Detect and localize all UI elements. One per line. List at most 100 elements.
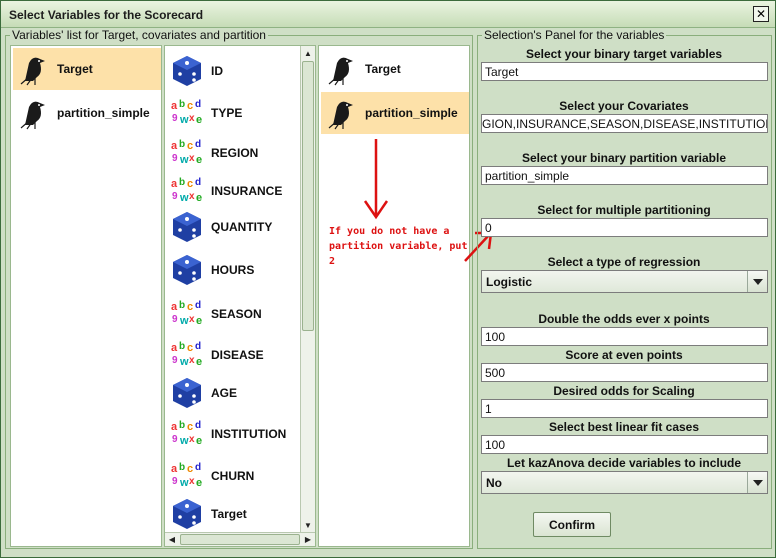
list-item-label: INSTITUTION — [211, 427, 287, 441]
list-item[interactable]: partition_simple — [13, 92, 161, 134]
list-item-label: AGE — [211, 386, 238, 400]
horizontal-scroll-thumb[interactable] — [180, 534, 300, 545]
crow-icon — [20, 57, 45, 86]
svg-text:w: w — [179, 154, 189, 166]
svg-text:a: a — [171, 178, 178, 190]
target-field[interactable]: Target — [481, 62, 768, 81]
selection-panel-title: Selection's Panel for the variables — [482, 28, 667, 42]
svg-text:a: a — [171, 421, 178, 433]
chevron-down-icon — [752, 278, 763, 285]
covariates-horizontal-scrollbar[interactable]: ◀ ▶ — [165, 532, 315, 546]
list-item-label: TYPE — [211, 106, 243, 120]
letters-icon: a b c d 9 w x e — [171, 177, 202, 204]
even-score-field[interactable]: 500 — [481, 363, 768, 382]
list-item[interactable]: a b c d 9 w x e REGION — [167, 132, 297, 174]
svg-text:w: w — [179, 114, 189, 126]
list-item[interactable]: a b c d 9 w x e CHURN — [167, 455, 297, 497]
list-item[interactable]: partition_simple — [321, 92, 469, 134]
auto-decide-label: Let kazAnova decide variables to include — [506, 456, 742, 470]
vertical-scroll-thumb[interactable] — [302, 61, 314, 331]
dice-icon — [173, 499, 201, 529]
covariates-vertical-scrollbar[interactable]: ▲ ▼ — [300, 46, 315, 532]
scroll-left-arrow-icon[interactable]: ◀ — [165, 533, 179, 546]
list-item-label: partition_simple — [365, 106, 458, 120]
scroll-right-arrow-icon[interactable]: ▶ — [301, 533, 315, 546]
svg-text:9: 9 — [172, 191, 178, 202]
scroll-down-arrow-icon[interactable]: ▼ — [301, 518, 315, 532]
svg-text:w: w — [179, 356, 189, 368]
auto-decide-selected: No — [486, 476, 502, 490]
svg-text:b: b — [179, 99, 185, 110]
svg-text:a: a — [171, 100, 178, 112]
list-item[interactable]: a b c d 9 w x e TYPE — [167, 92, 297, 134]
confirm-button[interactable]: Confirm — [533, 512, 611, 537]
list-item-label: QUANTITY — [211, 220, 273, 234]
svg-text:a: a — [171, 463, 178, 475]
list-item[interactable]: a b c d 9 w x e SEASON — [167, 293, 297, 335]
even-score-label: Score at even points — [565, 348, 683, 362]
close-button[interactable]: ✕ — [753, 6, 769, 22]
dropdown-button[interactable] — [747, 472, 767, 493]
svg-text:c: c — [187, 342, 193, 354]
svg-text:9: 9 — [172, 153, 178, 164]
partition-label: Select your binary partition variable — [521, 151, 727, 165]
list-item-label: INSURANCE — [211, 184, 283, 198]
regression-dropdown[interactable]: Logistic — [481, 270, 768, 293]
svg-text:d: d — [195, 420, 201, 431]
linear-fit-field[interactable]: 100 — [481, 435, 768, 454]
dropdown-button[interactable] — [747, 271, 767, 292]
svg-text:c: c — [187, 301, 193, 313]
crow-icon — [328, 57, 353, 86]
list-item[interactable]: ID — [167, 50, 297, 92]
dice-icon — [173, 212, 201, 242]
multiple-partition-field[interactable]: 0 — [481, 218, 768, 237]
close-icon: ✕ — [755, 7, 767, 21]
list-item-label: Target — [365, 62, 401, 76]
svg-text:e: e — [196, 114, 202, 126]
scaling-odds-field[interactable]: 1 — [481, 399, 768, 418]
svg-text:b: b — [179, 177, 185, 188]
svg-text:c: c — [187, 421, 193, 433]
title-bar[interactable]: Select Variables for the Scorecard ✕ — [1, 1, 775, 28]
list-item[interactable]: Target — [167, 493, 297, 535]
dice-icon — [173, 56, 201, 86]
partition-field[interactable]: partition_simple — [481, 166, 768, 185]
svg-text:a: a — [171, 140, 178, 152]
list-item[interactable]: Target — [321, 48, 469, 90]
svg-text:w: w — [179, 192, 189, 204]
crow-icon — [20, 101, 45, 130]
scroll-up-arrow-icon[interactable]: ▲ — [301, 46, 315, 60]
svg-text:9: 9 — [172, 314, 178, 325]
list-item-label: partition_simple — [57, 106, 150, 120]
list-item[interactable]: AGE — [167, 372, 297, 414]
list-item-label: HOURS — [211, 263, 255, 277]
target-partition-list[interactable]: Target partition_simple — [10, 45, 162, 547]
variables-list-title: Variables' list for Target, covariates a… — [10, 28, 268, 42]
list-item-label: Target — [57, 62, 93, 76]
list-item[interactable]: Target — [13, 48, 161, 90]
svg-text:c: c — [187, 140, 193, 152]
list-item[interactable]: HOURS — [167, 249, 297, 291]
selected-partition-list[interactable]: Target partition_simple — [318, 45, 470, 547]
double-odds-label: Double the odds ever x points — [538, 312, 710, 326]
scorecard-dialog: Select Variables for the Scorecard ✕ Var… — [0, 0, 776, 558]
svg-text:9: 9 — [172, 434, 178, 445]
svg-text:b: b — [179, 462, 185, 473]
scaling-odds-label: Desired odds for Scaling — [553, 384, 695, 398]
list-item[interactable]: QUANTITY — [167, 206, 297, 248]
annotation-text: If you do not have a partition variable,… — [329, 226, 468, 267]
regression-selected: Logistic — [486, 275, 533, 289]
list-item[interactable]: a b c d 9 w x e DISEASE — [167, 334, 297, 376]
covariates-field[interactable]: GION,INSURANCE,SEASON,DISEASE,INSTITUTIO… — [481, 114, 768, 133]
letters-icon: a b c d 9 w x e — [171, 462, 202, 489]
double-odds-field[interactable]: 100 — [481, 327, 768, 346]
multiple-partition-label: Select for multiple partitioning — [537, 203, 711, 217]
svg-text:x: x — [189, 314, 195, 325]
list-item[interactable]: a b c d 9 w x e INSTITUTION — [167, 413, 297, 455]
svg-text:w: w — [179, 315, 189, 327]
svg-text:d: d — [195, 462, 201, 473]
svg-text:e: e — [196, 356, 202, 368]
covariates-list[interactable]: ID a b c d 9 w x e TYPE a b c d 9 w x e REGION a b c d 9 w x e INSU… — [164, 45, 316, 547]
auto-decide-dropdown[interactable]: No — [481, 471, 768, 494]
svg-text:e: e — [196, 315, 202, 327]
